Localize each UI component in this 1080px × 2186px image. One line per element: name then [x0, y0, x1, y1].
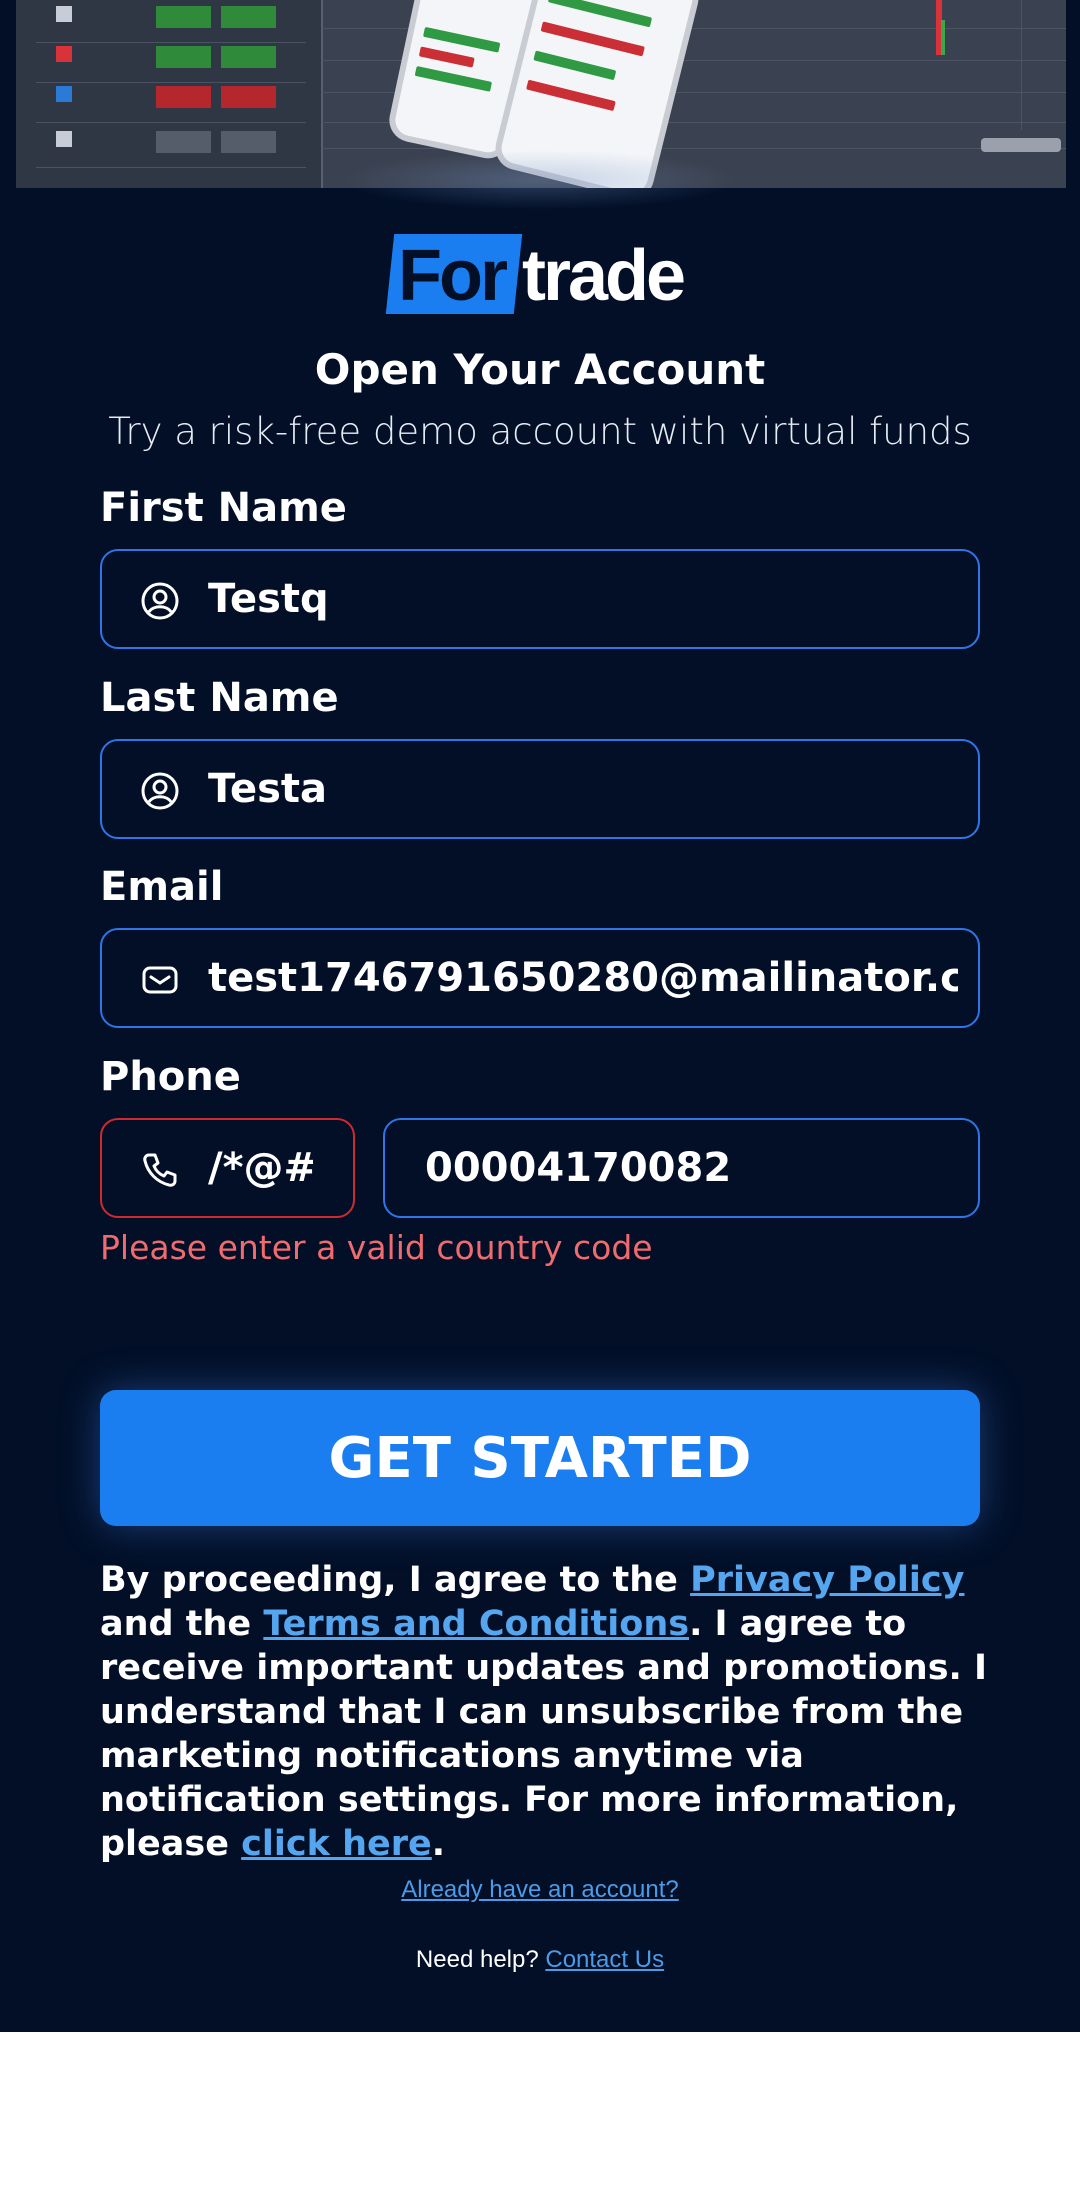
page-title: Open Your Account	[314, 345, 766, 394]
logo-text-trade: trade	[522, 236, 686, 316]
user-circle-icon	[140, 771, 180, 811]
need-help-text: Need help?	[415, 1946, 546, 1973]
first-name-value: Testq	[208, 576, 329, 622]
phone-number-field[interactable]: 00004170082	[383, 1118, 980, 1218]
legal-text: By proceeding, I agree to the	[100, 1560, 691, 1600]
first-name-label: First Name	[100, 485, 347, 531]
help-row: Need help? Contact Us	[0, 1946, 1080, 1974]
email-value: test1746791650280@mailinator.com	[208, 955, 958, 1001]
user-circle-icon	[140, 581, 180, 621]
privacy-policy-link[interactable]: Privacy Policy	[690, 1560, 964, 1600]
terms-link[interactable]: Terms and Conditions	[263, 1604, 689, 1644]
email-label: Email	[100, 864, 224, 910]
hero-watchlist-panel	[16, 0, 323, 188]
phone-icon	[140, 1150, 180, 1190]
legal-text: .	[431, 1824, 446, 1864]
country-code-value: /*@#$	[208, 1145, 313, 1191]
hero-glow	[340, 150, 740, 210]
envelope-icon	[140, 960, 180, 1000]
country-code-error: Please enter a valid country code	[100, 1228, 653, 1267]
phone-label: Phone	[100, 1054, 241, 1100]
first-name-field[interactable]: Testq	[100, 549, 980, 649]
hero-watchlist-row	[36, 0, 306, 43]
last-name-label: Last Name	[100, 675, 339, 721]
contact-us-link[interactable]: Contact Us	[545, 1946, 664, 1973]
click-here-link[interactable]: click here	[241, 1824, 432, 1864]
fortrade-logo: For trade	[385, 232, 700, 322]
hero-watchlist-row	[36, 40, 306, 83]
page-subtitle: Try a risk-free demo account with virtua…	[108, 410, 972, 453]
hero-watchlist-row	[36, 125, 306, 168]
get-started-button[interactable]: GET STARTED	[100, 1390, 980, 1526]
logo-text-for: For	[398, 236, 508, 316]
last-name-field[interactable]: Testa	[100, 739, 980, 839]
legal-text: and the	[100, 1604, 264, 1644]
phone-number-value: 00004170082	[425, 1145, 732, 1191]
already-have-account-link[interactable]: Already have an account?	[401, 1876, 679, 1903]
already-account-row: Already have an account?	[0, 1876, 1080, 1904]
country-code-field[interactable]: /*@#$	[100, 1118, 355, 1218]
hero-watchlist-row	[36, 80, 306, 123]
last-name-value: Testa	[208, 766, 328, 812]
legal-consent-text: By proceeding, I agree to the Privacy Po…	[100, 1558, 1000, 1866]
email-field[interactable]: test1746791650280@mailinator.com	[100, 928, 980, 1028]
